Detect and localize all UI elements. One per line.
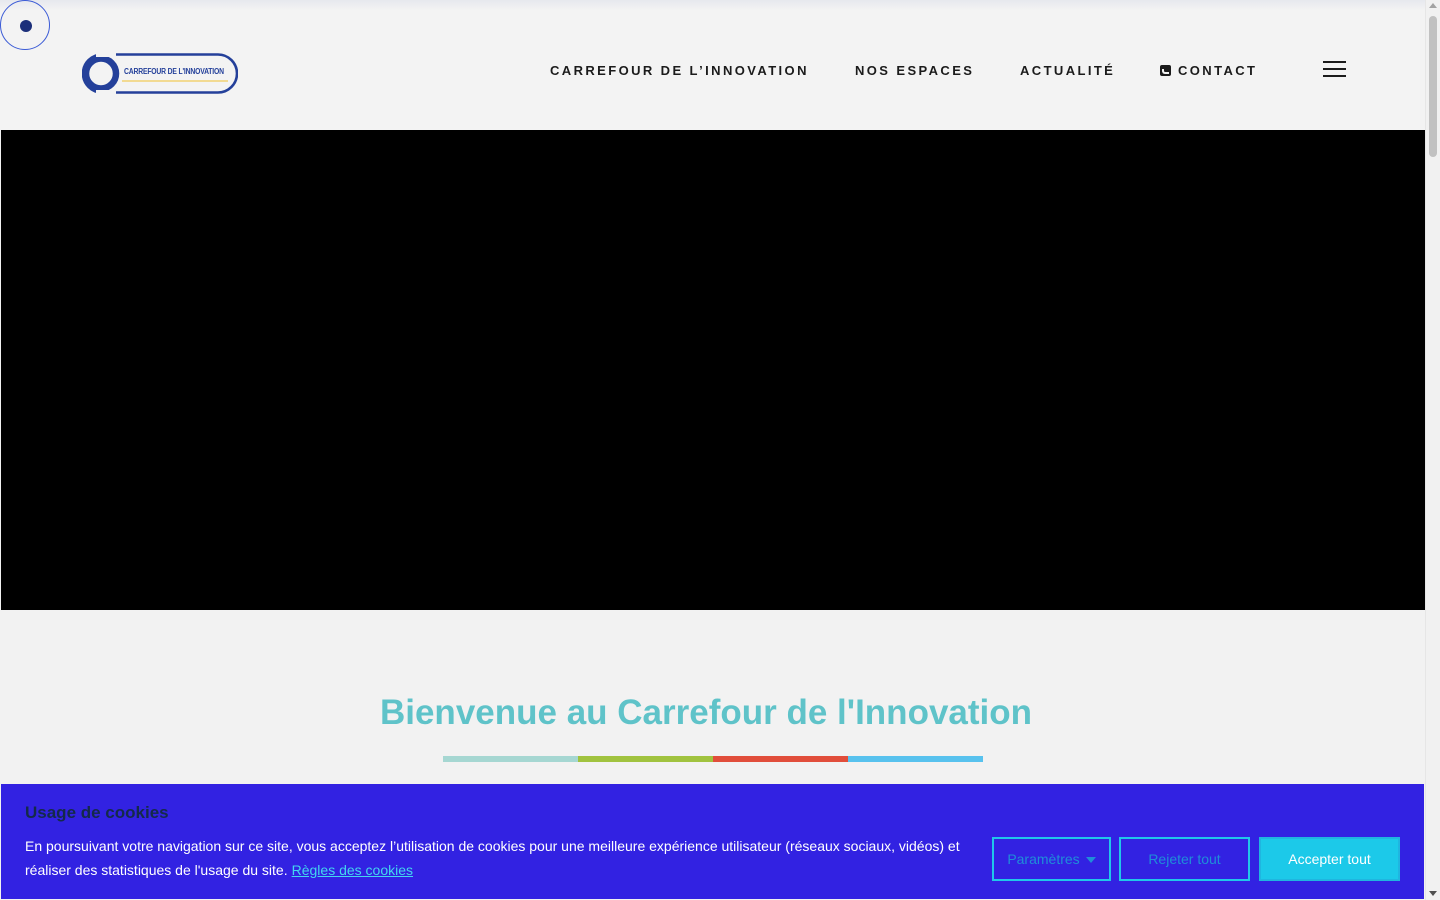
- caret-down-icon: [1085, 857, 1096, 863]
- hamburger-menu-icon[interactable]: [1323, 61, 1346, 77]
- page-scrollbar[interactable]: [1425, 0, 1440, 900]
- scroll-up-arrow-icon[interactable]: [1429, 3, 1437, 8]
- cookie-rules-link[interactable]: Règles des cookies: [292, 862, 413, 878]
- cookie-banner: Usage de cookies En poursuivant votre na…: [1, 784, 1424, 899]
- logo-text: CARREFOUR DE L'INNOVATION: [124, 67, 224, 76]
- nav-item-espaces[interactable]: NOS ESPACES: [855, 63, 974, 78]
- hero-video[interactable]: [1, 130, 1425, 610]
- color-divider: [443, 756, 983, 762]
- cookie-params-label: Paramètres: [1007, 851, 1080, 867]
- cookie-banner-message: En poursuivant votre navigation sur ce s…: [25, 838, 960, 878]
- cookie-banner-text: En poursuivant votre navigation sur ce s…: [25, 834, 975, 882]
- phone-square-icon: [1160, 65, 1171, 76]
- color-divider-segment: [848, 756, 983, 762]
- site-logo[interactable]: CARREFOUR DE L'INNOVATION: [81, 52, 239, 95]
- cookie-params-button[interactable]: Paramètres: [992, 837, 1111, 881]
- cookie-banner-title: Usage de cookies: [25, 803, 169, 822]
- nav-item-contact[interactable]: CONTACT: [1160, 63, 1257, 78]
- cookie-accept-button[interactable]: Accepter tout: [1259, 837, 1400, 881]
- site-header: CARREFOUR DE L'INNOVATION CARREFOUR DE L…: [0, 0, 1425, 130]
- cursor-indicator: [0, 0, 50, 50]
- welcome-title: Bienvenue au Carrefour de l'Innovation: [379, 693, 1033, 732]
- cursor-dot: [20, 20, 32, 32]
- nav-item-actualite[interactable]: ACTUALITÉ: [1020, 63, 1115, 78]
- header-shade: [0, 0, 1425, 10]
- color-divider-segment: [578, 756, 713, 762]
- color-divider-segment: [443, 756, 578, 762]
- nav-item-contact-label: CONTACT: [1178, 63, 1258, 78]
- nav-item-carrefour[interactable]: CARREFOUR DE L’INNOVATION: [550, 63, 809, 78]
- cookie-reject-button[interactable]: Rejeter tout: [1119, 837, 1250, 881]
- scroll-down-arrow-icon[interactable]: [1429, 891, 1437, 896]
- color-divider-segment: [713, 756, 848, 762]
- scroll-thumb[interactable]: [1429, 16, 1437, 157]
